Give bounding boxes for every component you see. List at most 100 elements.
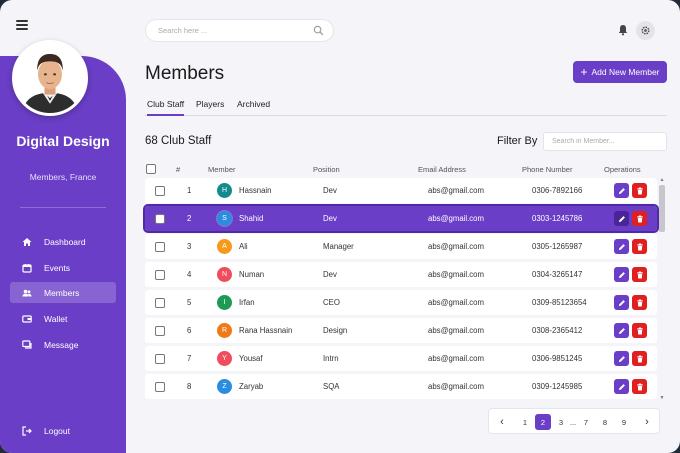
table-row[interactable]: 1 H Hassnain Dev abs@gmail.com 0306-7892… [145,178,657,203]
tab-club-staff[interactable]: Club Staff [147,99,185,116]
sidebar-item-dashboard[interactable]: Dashboard [10,231,116,252]
member-name: Hassnain [239,186,272,195]
delete-button[interactable] [632,211,647,226]
column-header-email: Email Address [418,165,466,174]
edit-button[interactable] [614,211,629,226]
delete-button[interactable] [632,239,647,254]
row-checkbox[interactable] [155,241,165,252]
next-page-button[interactable]: › [641,414,653,430]
scroll-down-arrow-icon[interactable]: ▼ [658,395,666,401]
edit-button[interactable] [614,351,629,366]
pencil-icon [618,271,625,278]
row-checkbox[interactable] [155,269,165,280]
page-7-button[interactable]: 7 [581,414,591,430]
member-email: abs@gmail.com [428,242,485,251]
logout-button[interactable]: Logout [10,420,116,441]
member-avatar: R [217,323,232,338]
table-row[interactable]: 8 Z Zaryab SQA abs@gmail.com 0309-124598… [145,374,657,399]
avatar [12,40,88,116]
member-name: Shahid [239,214,264,223]
delete-button[interactable] [632,295,647,310]
logout-label: Logout [44,425,70,436]
trash-icon [636,355,643,362]
app-window: Digital Design Members, France Dashboard… [0,0,680,453]
edit-button[interactable] [614,323,629,338]
sidebar-item-label: Events [44,262,70,273]
add-member-button[interactable]: + Add New Member [573,61,667,83]
delete-button[interactable] [632,267,647,282]
page-3-button[interactable]: 3 [556,414,566,430]
table-row[interactable]: 3 A Ali Manager abs@gmail.com 0305-12659… [145,234,657,259]
member-phone: 0309-85123654 [532,298,587,307]
row-checkbox[interactable] [155,381,165,392]
edit-button[interactable] [614,295,629,310]
row-checkbox[interactable] [155,325,165,336]
user-avatar-illustration [15,43,85,113]
member-position: SQA [323,382,340,391]
edit-button[interactable] [614,379,629,394]
edit-button[interactable] [614,267,629,282]
member-position: CEO [323,298,340,307]
row-checkbox[interactable] [155,353,165,364]
page-8-button[interactable]: 8 [600,414,610,430]
sidebar-item-events[interactable]: Events [10,257,116,278]
select-all-checkbox[interactable] [146,164,156,174]
member-position: Dev [323,186,337,195]
staff-count: 68 Club Staff [145,135,212,147]
table-row[interactable]: 4 N Numan Dev abs@gmail.com 0304-3265147 [145,262,657,287]
sidebar-item-wallet[interactable]: Wallet [10,308,116,329]
scroll-up-arrow-icon[interactable]: ▲ [658,177,666,183]
table-header: # Member Position Email Address Phone Nu… [145,163,657,177]
member-email: abs@gmail.com [428,354,485,363]
prev-page-button[interactable]: ‹ [496,414,508,430]
member-search-input[interactable] [543,132,667,151]
table-row[interactable]: 2 S Shahid Dev abs@gmail.com 0303-124578… [143,204,659,233]
menu-icon[interactable] [16,20,28,30]
sidebar-item-members[interactable]: Members [10,282,116,303]
sidebar-item-label: Wallet [44,313,68,324]
row-number: 6 [187,326,192,335]
search-input[interactable] [158,26,308,35]
table-row[interactable]: 7 Y Yousaf Intrn abs@gmail.com 0306-9851… [145,346,657,371]
page-9-button[interactable]: 9 [619,414,629,430]
trash-icon [636,243,643,250]
delete-button[interactable] [632,351,647,366]
row-number: 1 [187,186,192,195]
sidebar-item-label: Members [44,287,80,298]
member-name: Numan [239,270,265,279]
brand-name: Digital Design [16,133,110,149]
column-header-member: Member [208,165,236,174]
bell-icon[interactable] [617,24,629,36]
page-1-button[interactable]: 1 [520,414,530,430]
members-icon [21,287,33,299]
member-avatar: I [217,295,232,310]
sidebar-divider [20,207,106,208]
row-checkbox[interactable] [155,297,165,308]
table-scrollbar[interactable]: ▲ ▼ [658,177,666,403]
settings-button[interactable] [636,21,655,40]
edit-button[interactable] [614,183,629,198]
search-icon[interactable] [313,25,324,36]
tab-players[interactable]: Players [196,99,224,109]
row-checkbox[interactable] [155,185,165,196]
trash-icon [636,383,643,390]
row-number: 5 [187,298,192,307]
table-row[interactable]: 6 R Rana Hassnain Design abs@gmail.com 0… [145,318,657,343]
member-avatar: Z [217,379,232,394]
sidebar-item-message[interactable]: Message [10,334,116,355]
table-row[interactable]: 5 I Irfan CEO abs@gmail.com 0309-8512365… [145,290,657,315]
delete-button[interactable] [632,183,647,198]
tab-archived[interactable]: Archived [237,99,270,109]
page-2-button[interactable]: 2 [535,414,551,430]
delete-button[interactable] [632,379,647,394]
delete-button[interactable] [632,323,647,338]
pencil-icon [618,383,625,390]
member-phone: 0303-1245786 [532,214,583,223]
scroll-thumb[interactable] [659,185,665,232]
member-phone: 0305-1265987 [532,242,583,251]
sidebar-item-label: Message [44,339,79,350]
edit-button[interactable] [614,239,629,254]
sidebar [0,56,126,453]
member-name: Irfan [239,298,255,307]
row-checkbox[interactable] [155,213,165,224]
